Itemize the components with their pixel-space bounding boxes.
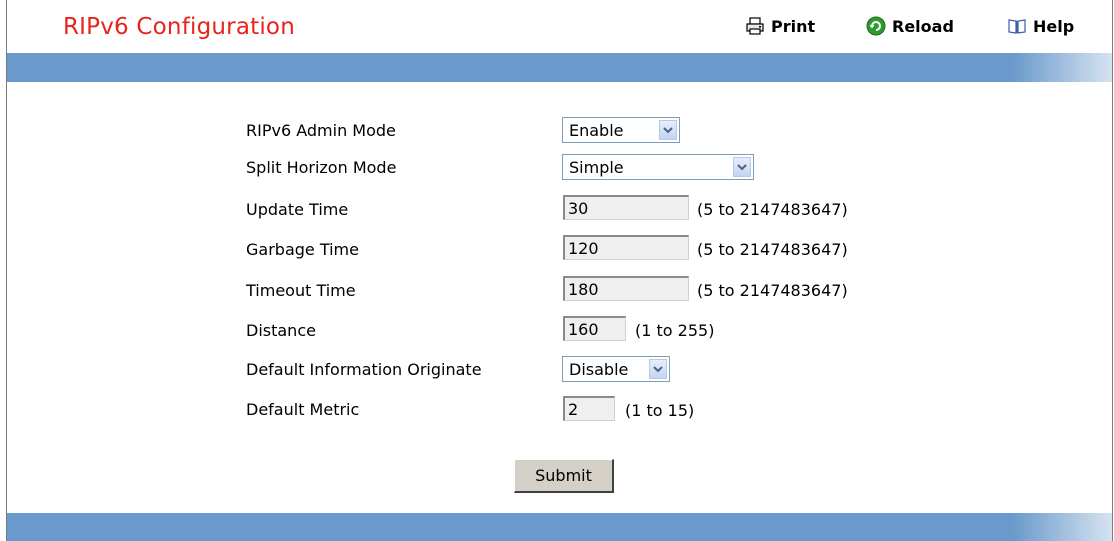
admin-mode-value: Enable [569,120,624,140]
update-time-label: Update Time [246,200,349,219]
page-title: RIPv6 Configuration [63,14,295,40]
default-info-originate-select[interactable]: Disable [562,356,670,382]
default-metric-range: (1 to 15) [625,401,695,420]
print-button[interactable]: Print [745,16,815,36]
chevron-down-icon [649,359,667,379]
split-horizon-label: Split Horizon Mode [246,158,397,177]
help-label: Help [1033,16,1075,36]
footer-band [7,513,1112,541]
print-label: Print [771,16,816,36]
garbage-time-range: (5 to 2147483647) [697,240,848,259]
timeout-time-label: Timeout Time [246,281,356,300]
help-book-icon [1007,16,1027,36]
default-info-originate-value: Disable [569,359,629,379]
default-metric-input[interactable] [563,396,615,421]
printer-icon [745,16,765,36]
reload-label: Reload [892,16,954,36]
timeout-time-range: (5 to 2147483647) [697,281,848,300]
distance-input[interactable] [563,316,626,341]
distance-range: (1 to 255) [635,321,715,340]
chevron-down-icon [659,120,677,140]
update-time-input[interactable] [563,195,689,220]
reload-button[interactable]: Reload [866,16,954,36]
garbage-time-label: Garbage Time [246,240,359,259]
admin-mode-select[interactable]: Enable [562,117,680,143]
submit-button[interactable]: Submit [514,459,614,493]
default-metric-label: Default Metric [246,400,360,419]
split-horizon-select[interactable]: Simple [562,154,754,180]
header-band [7,53,1112,82]
timeout-time-input[interactable] [563,276,689,301]
reload-icon [866,16,886,36]
help-button[interactable]: Help [1007,16,1074,36]
split-horizon-value: Simple [569,157,624,177]
chevron-down-icon [733,157,751,177]
admin-mode-label: RIPv6 Admin Mode [246,121,396,140]
update-time-range: (5 to 2147483647) [697,200,848,219]
distance-label: Distance [246,321,316,340]
default-info-originate-label: Default Information Originate [246,360,482,379]
garbage-time-input[interactable] [563,235,689,260]
